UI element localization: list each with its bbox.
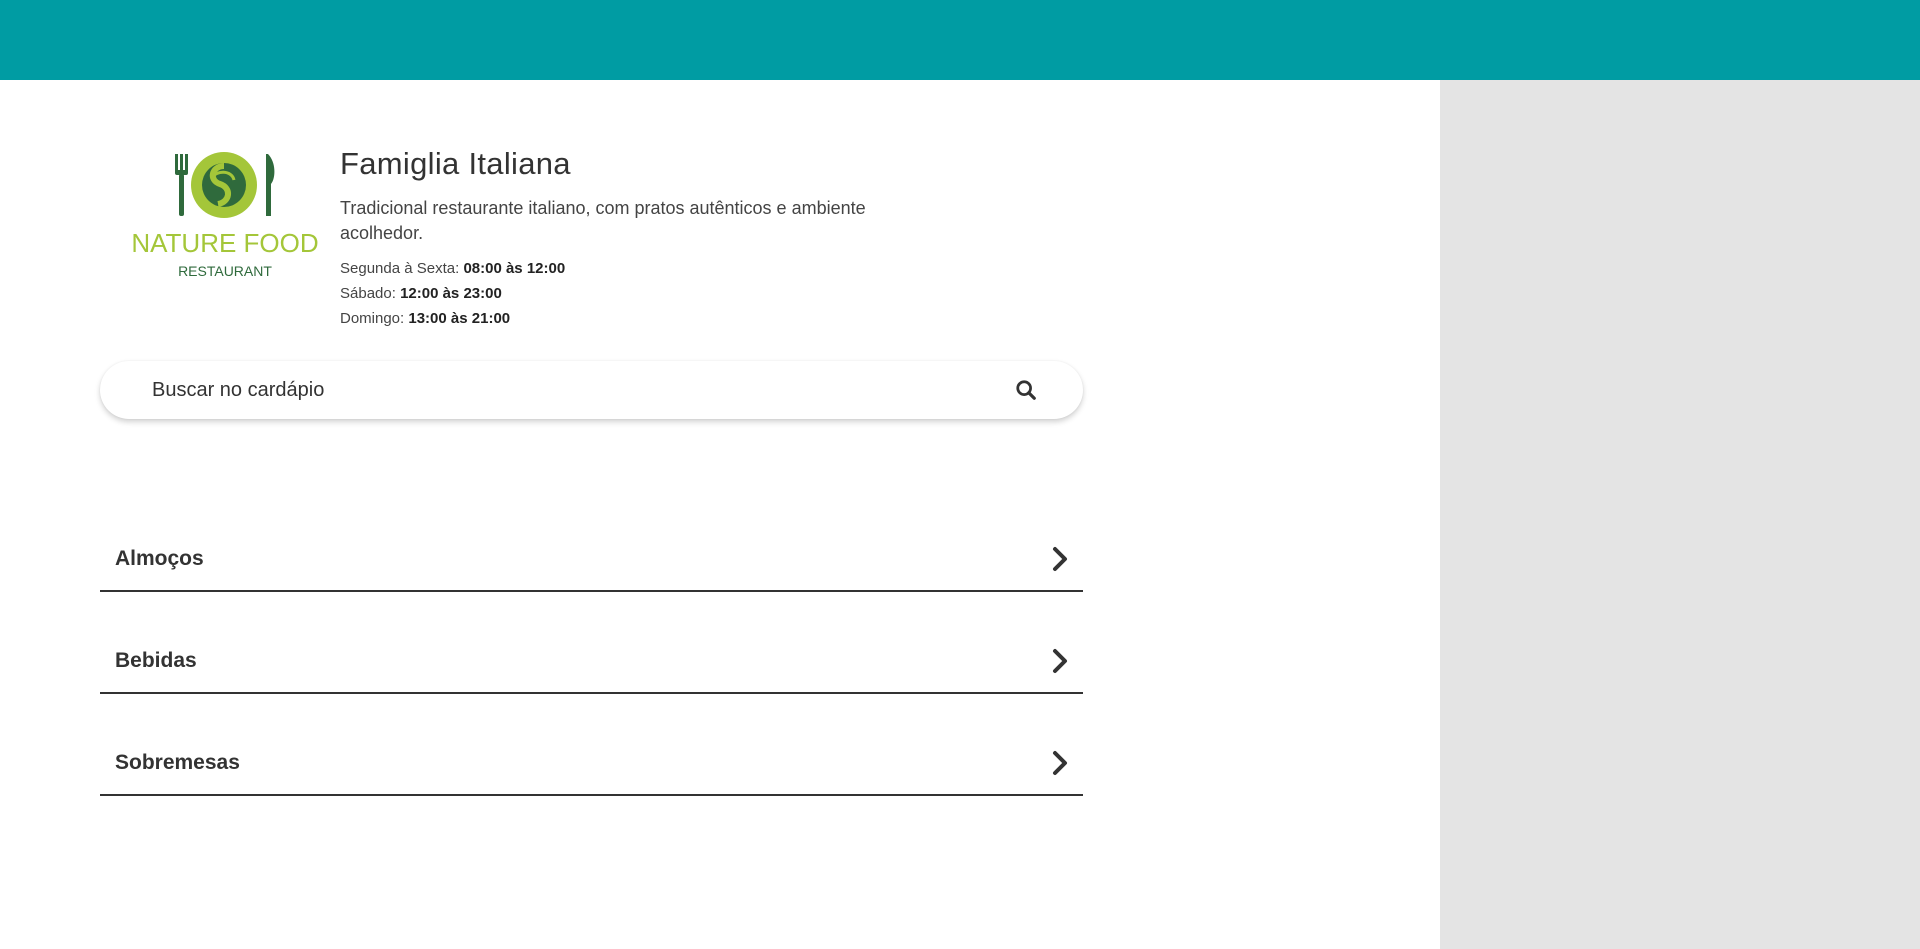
hours-weekdays: Segunda à Sexta: 08:00 às 12:00 (340, 256, 940, 281)
category-almocos[interactable]: Almoços (100, 510, 1083, 592)
hours-value: 08:00 às 12:00 (463, 260, 566, 277)
hours-value: 13:00 às 21:00 (408, 310, 511, 327)
hours-sunday: Domingo: 13:00 às 21:00 (340, 306, 940, 331)
restaurant-logo: NATURE FOOD RESTAURANT (120, 110, 330, 320)
hours-saturday: Sábado: 12:00 às 23:00 (340, 281, 940, 306)
restaurant-info: Famiglia Italiana Tradicional restaurant… (340, 110, 940, 331)
restaurant-name: Famiglia Italiana (340, 146, 571, 181)
logo-text-line1: NATURE FOOD (131, 228, 318, 258)
menu-search-bar (100, 361, 1083, 419)
top-bar (0, 0, 1920, 80)
menu-search-input[interactable] (150, 369, 974, 411)
category-label: Bebidas (115, 649, 197, 672)
logo-text-line2: RESTAURANT (178, 263, 272, 279)
nature-food-logo-icon: NATURE FOOD RESTAURANT (131, 152, 319, 279)
chevron-right-icon (1053, 649, 1067, 673)
hours-value: 12:00 às 23:00 (400, 285, 502, 302)
side-panel (1440, 80, 1920, 949)
category-sobremesas[interactable]: Sobremesas (100, 714, 1083, 796)
main-content: NATURE FOOD RESTAURANT Famiglia Italiana… (0, 80, 1440, 949)
search-icon[interactable] (1015, 379, 1037, 401)
category-label: Almoços (115, 547, 204, 570)
restaurant-description: Tradicional restaurante italiano, com pr… (340, 198, 866, 243)
hours-label: Segunda à Sexta: (340, 260, 460, 277)
hours-label: Domingo: (340, 310, 405, 327)
chevron-right-icon (1053, 751, 1067, 775)
menu-categories: Almoços Bebidas Sobremesas (100, 510, 1083, 796)
restaurant-header: NATURE FOOD RESTAURANT Famiglia Italiana… (120, 110, 940, 331)
category-label: Sobremesas (115, 751, 240, 774)
hours-label: Sábado: (340, 285, 396, 302)
chevron-right-icon (1053, 547, 1067, 571)
category-bebidas[interactable]: Bebidas (100, 612, 1083, 694)
